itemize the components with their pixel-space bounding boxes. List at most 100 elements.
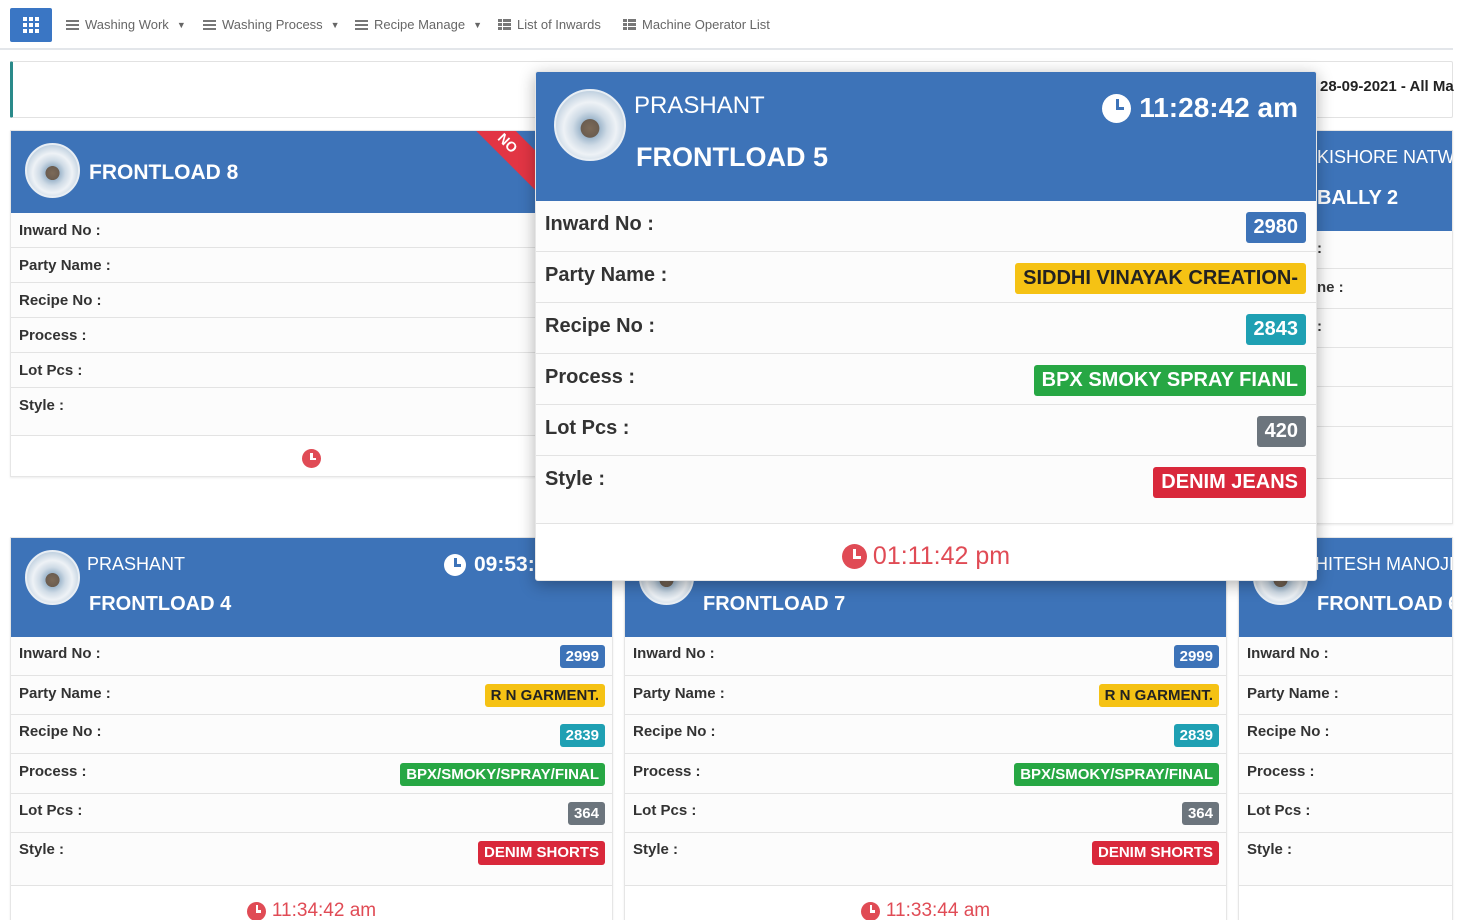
row-recipe: Recipe No : 2839 <box>625 715 1226 754</box>
start-time-value: 09:53: <box>474 553 535 576</box>
nav-label: Washing Process <box>222 17 323 32</box>
washing-machine-icon <box>25 550 80 605</box>
recipe-badge: 2843 <box>1245 314 1306 345</box>
machine-card-frontload-7[interactable]: FRONTLOAD 7 Inward No : 2999 Party Name :… <box>624 537 1227 920</box>
label-recipe: Recipe No : <box>19 723 102 740</box>
clock-icon <box>841 544 867 569</box>
label-recipe: Recipe No : <box>1247 723 1330 740</box>
label-style: Style : <box>633 841 679 858</box>
style-badge: DENIM SHORTS <box>477 841 605 865</box>
dashboard-root: Washing Work ▼ Washing Process ▼ Recipe Ma… <box>0 0 1459 920</box>
row-party: Party Name : R N GARMENT. <box>11 676 612 715</box>
card-footer-time <box>11 449 549 468</box>
label-inward: Inward No : <box>633 645 715 662</box>
nav-label: List of Inwards <box>517 17 601 32</box>
start-time: 09:53: <box>444 553 535 577</box>
row-lot: Lot Pcs : <box>11 353 549 388</box>
end-time-value: 01:11:42 pm <box>872 542 1011 570</box>
row-style: Style : <box>1239 833 1452 886</box>
label-process: Process : <box>545 366 636 388</box>
list-icon <box>203 19 216 30</box>
label-inward: Inward No : <box>545 213 654 235</box>
label-party: Party Name : <box>633 685 725 702</box>
row-party: Party Name : SIDDHI VINAYAK CREATION- <box>536 252 1316 303</box>
operator-name: KISHORE NATWA <box>1317 147 1453 167</box>
card-header: FRONTLOAD 8 NO <box>11 131 549 213</box>
label-lot: Lot Pcs : <box>19 362 83 379</box>
lot-badge: 364 <box>567 802 605 825</box>
nav-label: Recipe Manage <box>374 17 466 32</box>
end-time: 11:34:42 am <box>11 900 612 920</box>
row-inward: Inward No : 2999 <box>625 637 1226 676</box>
label-inward: Inward No : <box>19 222 101 239</box>
top-navbar: Washing Work ▼ Washing Process ▼ Recipe Ma… <box>0 0 1453 50</box>
clock-icon <box>860 901 880 920</box>
row-party: Party Name : <box>11 248 549 283</box>
style-badge: DENIM SHORTS <box>1091 841 1219 865</box>
machine-name: FRONTLOAD 7 <box>703 593 846 615</box>
label-process: Process : <box>19 763 87 780</box>
caret-down-icon: ▼ <box>473 19 482 30</box>
nav-recipe-manage[interactable]: Recipe Manage ▼ <box>355 17 482 32</box>
label-recipe: Recipe No : <box>633 723 716 740</box>
row-party: Party Name : R N GARMENT. <box>625 676 1226 715</box>
row-lot: Lot Pcs : 364 <box>11 794 612 833</box>
clock-icon <box>301 449 321 468</box>
clock-icon <box>246 901 266 920</box>
inward-badge: 2999 <box>1173 645 1219 668</box>
label-lot: Lot Pcs : <box>545 417 630 439</box>
row-style: Style : DENIM SHORTS <box>11 833 612 886</box>
start-time-value: 11:28:42 am <box>1139 92 1298 123</box>
home-grid-button[interactable] <box>10 8 52 42</box>
nav-machine-operator-list[interactable]: Machine Operator List <box>623 17 770 32</box>
end-time-value: 11:34:42 am <box>271 900 377 920</box>
nav-washing-work[interactable]: Washing Work ▼ <box>66 17 186 32</box>
machine-card-frontload-5-popup[interactable]: PRASHANT FRONTLOAD 5 11:28:42 am Inward … <box>535 71 1317 581</box>
clock-icon <box>1102 93 1132 123</box>
card-header: PRASHANT FRONTLOAD 4 09:53: <box>11 538 612 637</box>
label-process: Process : <box>1247 763 1315 780</box>
operator-name: PRASHANT <box>87 554 186 574</box>
label-lot: Lot Pcs : <box>1247 802 1311 819</box>
label-party: Party Name : <box>19 257 111 274</box>
row-process: Process : <box>11 318 549 353</box>
row-inward: Inward No : 2999 <box>11 637 612 676</box>
row-lot: Lot Pcs : <box>1239 794 1452 833</box>
end-time-value: 11:33:44 am <box>885 900 991 920</box>
grid-icon <box>23 17 39 33</box>
machine-card-frontload-4[interactable]: PRASHANT FRONTLOAD 4 09:53: Inward No : 2… <box>10 537 613 920</box>
machine-card-frontload-8[interactable]: FRONTLOAD 8 NO Inward No : Party Name : … <box>10 130 550 477</box>
row-recipe: Recipe No : 2839 <box>11 715 612 754</box>
caret-down-icon: ▼ <box>330 19 340 30</box>
inward-badge: 2999 <box>559 645 605 668</box>
clock-icon <box>444 554 466 576</box>
process-badge: BPX/SMOKY/SPRAY/FINAL <box>1014 763 1219 786</box>
label-inward: Inward No : <box>19 645 101 662</box>
operator-name: PRASHANT <box>634 92 765 119</box>
row-process: Process : BPX SMOKY SPRAY FIANL <box>536 354 1316 405</box>
row-recipe: Recipe No : <box>1239 715 1452 754</box>
lot-badge: 364 <box>1181 802 1219 825</box>
nav-washing-process[interactable]: Washing Process ▼ <box>203 17 340 32</box>
label-lot: Lot Pcs : <box>19 802 83 819</box>
nav-label: Washing Work <box>85 17 169 32</box>
table-icon <box>623 19 636 30</box>
label-recipe: Recipe No : <box>545 315 656 337</box>
row-style: Style : DENIM SHORTS <box>625 833 1226 886</box>
row-recipe: Recipe No : <box>11 283 549 318</box>
washing-machine-icon <box>25 143 80 198</box>
inward-badge: 2980 <box>1245 212 1306 243</box>
label-party: Party Name : <box>1247 685 1339 702</box>
lot-badge: 420 <box>1256 416 1306 447</box>
label-recipe: Recipe No : <box>19 292 102 309</box>
operator-name: HITESH MANOJE <box>1315 554 1453 574</box>
label-inward: Inward No : <box>1247 645 1329 662</box>
row-inward: Inward No : <box>11 213 549 248</box>
row-process: Process : <box>1239 754 1452 794</box>
nav-list-of-inwards[interactable]: List of Inwards <box>498 17 601 32</box>
end-time: 01:11:42 pm <box>536 542 1316 571</box>
label-process: Process : <box>19 327 87 344</box>
caret-down-icon: ▼ <box>176 19 186 30</box>
machine-card-frontload-6[interactable]: HITESH MANOJE FRONTLOAD 6 Inward No : Pa… <box>1238 537 1453 920</box>
list-icon <box>355 19 368 30</box>
